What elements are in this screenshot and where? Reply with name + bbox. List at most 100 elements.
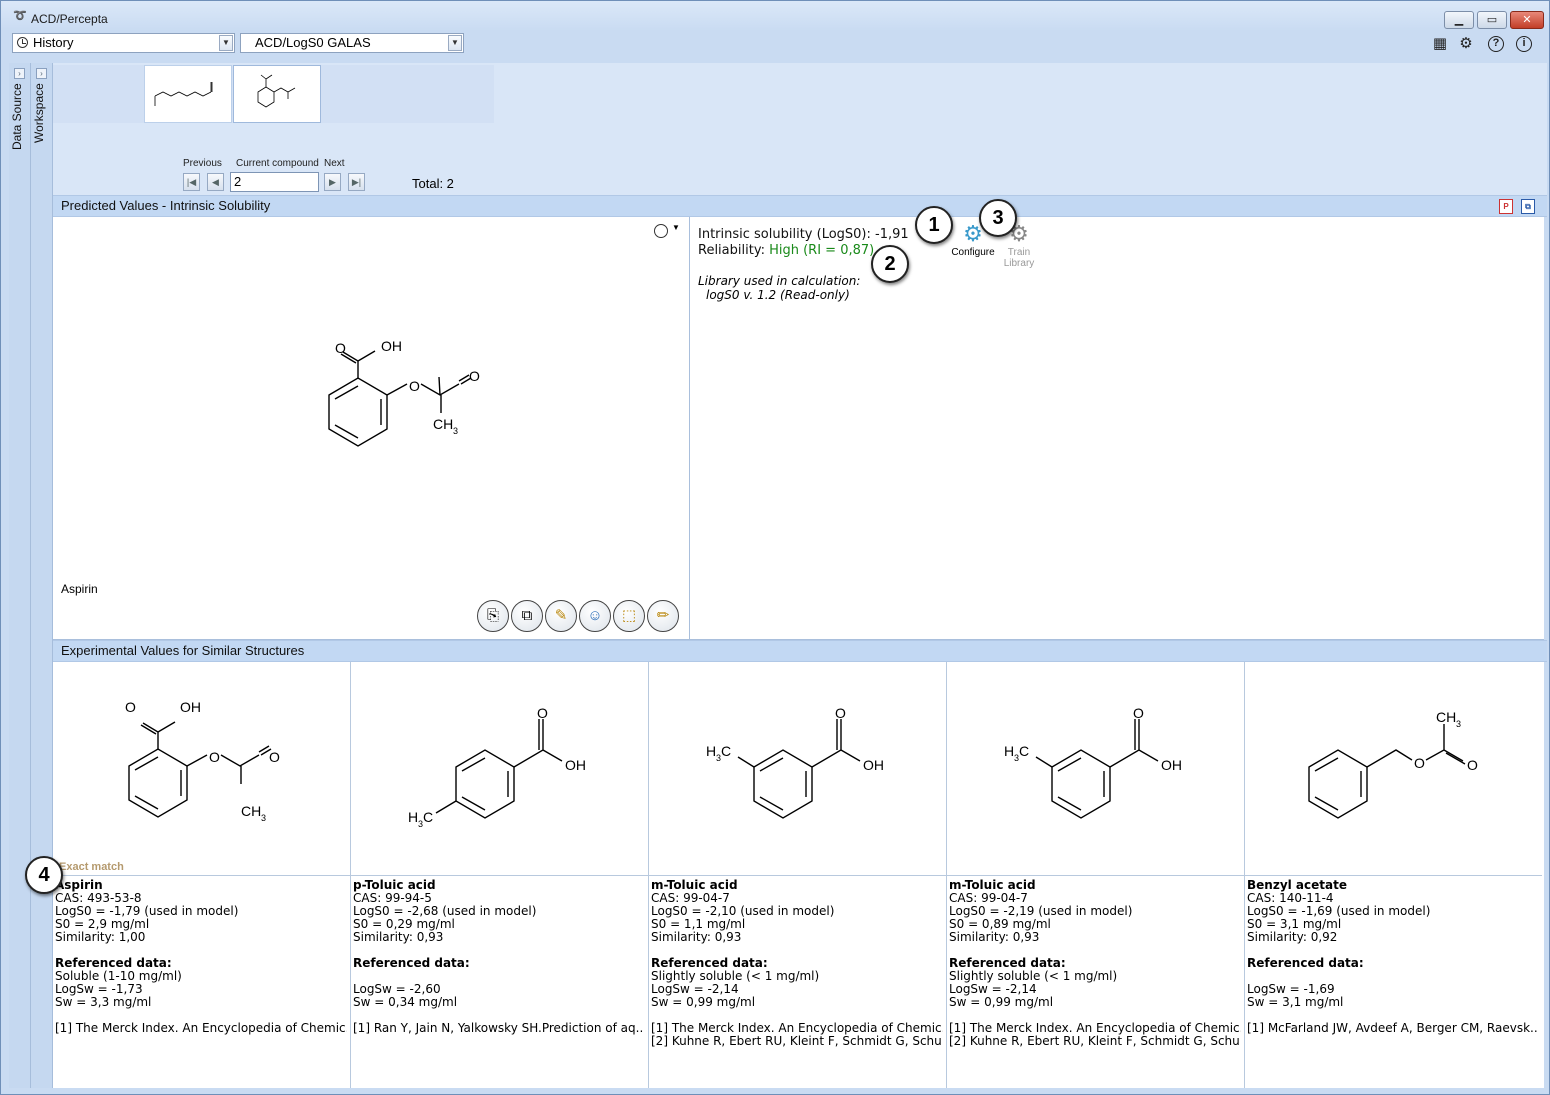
similarity-value: Similarity: 1,00 [55,930,146,944]
ref-sw: Sw = 3,1 mg/ml [1247,995,1344,1009]
gear-icon[interactable]: ⚙ [1456,34,1476,54]
smiley-button[interactable]: ☺ [579,600,611,632]
info-icon[interactable]: i [1516,36,1532,52]
similar-structure-card[interactable]: O OH H 3 C p-Toluic acid CAS: 99-94-5 Lo… [351,662,649,1088]
current-compound-label: Current compound [236,158,319,169]
carbonyl-oxygen-label: O [269,749,280,765]
hydroxyl-label: OH [1161,757,1182,773]
copy-icon[interactable]: ⧉ [1521,199,1535,214]
thumbnail-structure [257,74,296,108]
current-compound-input[interactable]: 2 [230,172,319,192]
window-title: ACD/Percepta [31,12,108,26]
similar-structure-card[interactable]: O OH O O CH 3 Exact match Aspirin CAS: 4… [53,662,351,1088]
train-label-2: Library [1003,258,1035,269]
similar-structure-card[interactable]: O O CH 3 Benzyl acetate CAS: 140-11-4 Lo… [1245,662,1543,1088]
app-logo-icon: ➰ [13,10,27,22]
card-info: m-Toluic acid CAS: 99-04-7 LogS0 = -2,19… [949,879,1241,1048]
exact-match-badge: Exact match [59,861,124,873]
expand-icon[interactable]: › [36,68,47,79]
compound-thumbnail[interactable] [144,65,232,123]
data-source-tab[interactable]: › Data Source [9,63,31,1088]
methyl-c-label: C [1019,743,1029,759]
chevron-down-icon[interactable]: ▼ [448,35,462,51]
callout-3: 3 [979,199,1017,237]
first-button[interactable]: |◀ [183,173,200,191]
chevron-down-icon[interactable]: ▼ [219,35,233,51]
citation-2[interactable]: [2] Kuhne R, Ebert RU, Kleint F, Schmidt… [949,1035,1241,1048]
experimental-header: Experimental Values for Similar Structur… [53,640,1547,662]
history-dropdown[interactable]: History ▼ [12,33,235,53]
methyl-h-label: H [408,809,418,825]
experimental-title: Experimental Values for Similar Structur… [61,643,305,658]
methyl-label: CH [241,803,261,819]
card-structure: O OH H 3 C [947,662,1244,876]
module-dropdown[interactable]: ACD/LogS0 GALAS ▼ [240,33,464,53]
ester-oxygen-label: O [1414,755,1425,771]
methyl-c-label: C [423,809,433,825]
copy-structure-button[interactable]: ⎘ [477,600,509,632]
carbonyl-oxygen-label: O [537,705,548,721]
benzyl-acetate-structure: O O CH 3 [1308,709,1478,819]
minimize-button[interactable]: ▁ [1444,11,1474,29]
copy-image-button[interactable]: ⧉ [511,600,543,632]
citation-2[interactable]: [2] Kuhne R, Ebert RU, Kleint F, Schmidt… [651,1035,943,1048]
compound-thumbnail-selected[interactable] [233,65,321,123]
hydroxyl-label: OH [863,757,884,773]
reliability-value: High (RI = 0,87) [769,243,875,258]
hydroxyl-label: OH [565,757,586,773]
aspirin-structure: O OH O O CH 3 [125,699,280,823]
methyl-subscript: 3 [453,426,458,436]
help-icon[interactable]: ? [1488,36,1504,52]
card-info: Aspirin CAS: 493-53-8 LogS0 = -1,79 (use… [55,879,347,1035]
referenced-data-title: Referenced data: [949,956,1066,970]
methyl-h-label: H [1004,743,1014,759]
citation-1[interactable]: [1] The Merck Index. An Encyclopedia of … [55,1022,347,1035]
calculator-icon[interactable]: ▦ [1430,34,1450,54]
ref-sw: Sw = 0,34 mg/ml [353,995,458,1009]
predicted-header: Predicted Values - Intrinsic Solubility … [53,195,1547,217]
ref-sw: Sw = 3,3 mg/ml [55,995,152,1009]
aspirin-structure: O OH O O CH 3 [328,338,480,447]
card-structure: O OH O O CH 3 Exact match [53,662,350,876]
ref-sw: Sw = 0,99 mg/ml [651,995,756,1009]
carbonyl-oxygen-label: O [835,705,846,721]
citation-1[interactable]: [1] Ran Y, Jain N, Yalkowsky SH.Predicti… [353,1022,645,1035]
callout-1: 1 [915,206,953,244]
open-file-button[interactable]: ⬚ [613,600,645,632]
oxo-label: O [335,340,346,356]
library-caption: Library used in calculation: [698,274,861,288]
pdf-export-icon[interactable]: P [1499,199,1513,214]
workspace-tab[interactable]: › Workspace [31,63,53,1088]
ester-oxygen-label: O [209,749,220,765]
carbonyl-oxygen-label: O [1133,705,1144,721]
close-button[interactable]: ✕ [1510,11,1544,29]
edit-button[interactable]: ✏ [647,600,679,632]
chevron-down-icon[interactable]: ▼ [672,223,680,232]
similar-structure-card[interactable]: O OH H 3 C m-Toluic acid CAS: 99-04-7 Lo… [649,662,947,1088]
callout-4: 4 [25,856,63,894]
data-source-label: Data Source [10,83,24,150]
maximize-button[interactable]: ▭ [1477,11,1507,29]
oxo-label: O [125,699,136,715]
next-button[interactable]: ▶ [324,173,341,191]
methyl-subscript: 3 [1456,719,1461,729]
app-window: ➰ ACD/Percepta ▁ ▭ ✕ History ▼ ACD/LogS0… [0,0,1550,1095]
display-options-icon[interactable] [654,224,668,238]
previous-button[interactable]: ◀ [207,173,224,191]
next-label: Next [324,158,345,169]
methyl-h-label: H [706,743,716,759]
expand-icon[interactable]: › [14,68,25,79]
last-button[interactable]: ▶| [348,173,365,191]
book-button[interactable]: ✎ [545,600,577,632]
train-label-1: Train [1007,247,1031,258]
history-label: History [33,35,74,50]
experimental-cards: O OH O O CH 3 Exact match Aspirin CAS: 4… [53,662,1544,1088]
prediction-results-panel: Intrinsic solubility (LogS0): -1,91 Reli… [690,217,1544,640]
workspace-label: Workspace [32,83,46,143]
similar-structure-card[interactable]: O OH H 3 C m-Toluic acid CAS: 99-04-7 Lo… [947,662,1245,1088]
methyl-subscript: 3 [261,813,266,823]
compound-name: Aspirin [61,582,98,596]
referenced-data-title: Referenced data: [55,956,172,970]
library-name: logS0 v. 1.2 (Read-only) [706,288,850,302]
citation-1[interactable]: [1] McFarland JW, Avdeef A, Berger CM, R… [1247,1022,1539,1035]
